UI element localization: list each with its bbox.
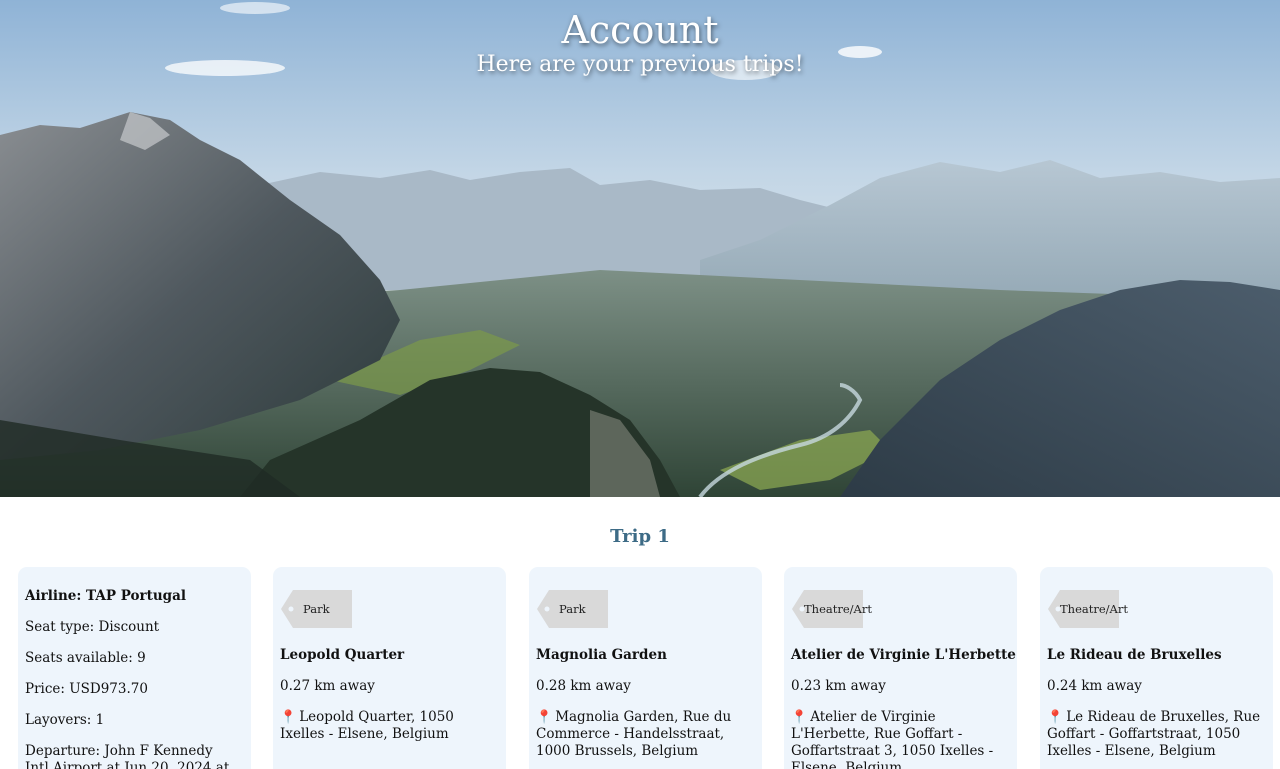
category-label: Park [559,602,586,616]
map-pin-icon: 📍 [1047,710,1064,725]
address-text: Leopold Quarter, 1050 Ixelles - Elsene, … [280,709,454,742]
layovers-label: Layovers: 1 [25,712,105,728]
place-distance: 0.23 km away [791,678,886,694]
hero-banner: Account Here are your previous trips! [0,0,1280,497]
flight-info-card: Airline: TAP Portugal Seat type: Discoun… [18,567,251,769]
trip-heading: Trip 1 [610,526,670,547]
category-label: Theatre/Art [1060,602,1128,616]
place-card[interactable]: Theatre/Art Le Rideau de Bruxelles 0.24 … [1040,567,1273,769]
place-card[interactable]: Park Magnolia Garden 0.28 km away 📍 Magno… [529,567,762,769]
place-distance: 0.27 km away [280,678,375,694]
place-name: Le Rideau de Bruxelles [1047,647,1222,663]
place-distance: 0.24 km away [1047,678,1142,694]
address-text: Atelier de Virginie L'Herbette, Rue Goff… [791,709,994,769]
departure-label: Departure: John F Kennedy Intl Airport a… [25,743,230,769]
address-text: Le Rideau de Bruxelles, Rue Goffart - Go… [1047,709,1261,759]
address-text: Magnolia Garden, Rue du Commerce - Hande… [536,709,732,759]
category-label: Theatre/Art [804,602,872,616]
place-card[interactable]: Theatre/Art Atelier de Virginie L'Herbet… [784,567,1017,769]
place-address: 📍 Leopold Quarter, 1050 Ixelles - Elsene,… [280,709,502,743]
category-tag: Theatre/Art [792,590,872,628]
category-tag: Park [281,590,352,628]
category-label: Park [303,602,330,616]
page-title: Account [561,8,719,52]
place-name: Atelier de Virginie L'Herbette [791,647,1016,663]
category-tag: Park [537,590,608,628]
page-subtitle: Here are your previous trips! [476,52,804,77]
map-pin-icon: 📍 [791,710,808,725]
price-label: Price: USD973.70 [25,681,148,697]
category-tag: Theatre/Art [1048,590,1128,628]
airline-label: Airline: TAP Portugal [25,588,186,604]
place-address: 📍 Le Rideau de Bruxelles, Rue Goffart - G… [1047,709,1269,760]
seat-type-label: Seat type: Discount [25,619,160,635]
place-name: Magnolia Garden [536,647,667,663]
map-pin-icon: 📍 [536,710,553,725]
place-card[interactable]: Park Leopold Quarter 0.27 km away 📍 Leopo… [273,567,506,769]
place-address: 📍 Magnolia Garden, Rue du Commerce - Hand… [536,709,758,760]
place-name: Leopold Quarter [280,647,405,663]
place-address: 📍 Atelier de Virginie L'Herbette, Rue Gof… [791,709,1013,769]
map-pin-icon: 📍 [280,710,297,725]
seats-available-label: Seats available: 9 [25,650,146,666]
place-distance: 0.28 km away [536,678,631,694]
